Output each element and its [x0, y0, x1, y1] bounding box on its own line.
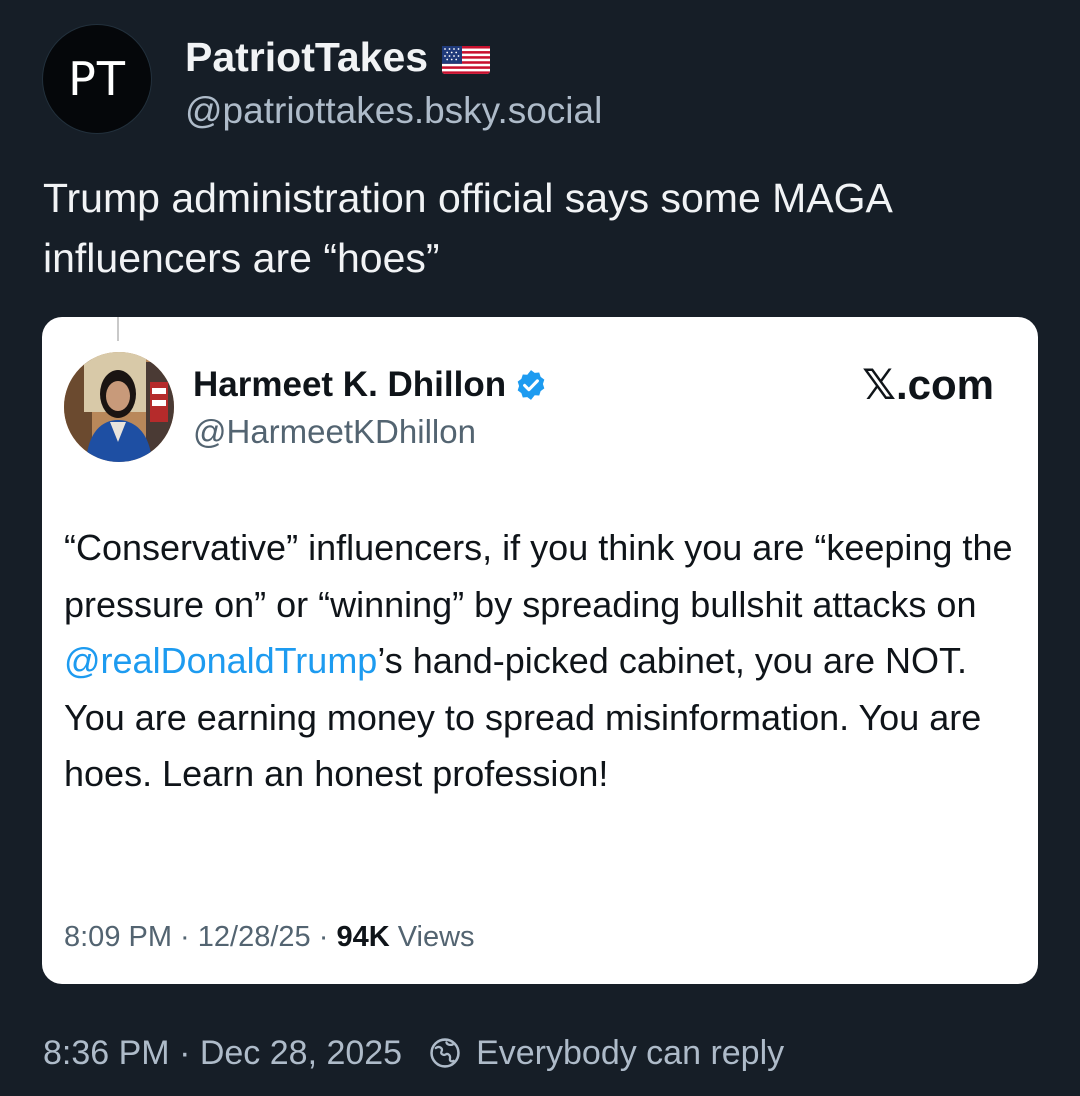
avatar-initials: PT: [68, 52, 126, 106]
author-handle[interactable]: @patriottakes.bsky.social: [185, 89, 602, 133]
views-count: 94K: [336, 921, 390, 953]
quoted-tweet-image[interactable]: Harmeet K. Dhillon @HarmeetKDhillon 𝕏.co…: [42, 317, 1038, 984]
tweet-meta: 8:09 PM · 12/28/25 · 94K Views: [64, 919, 475, 955]
us-flag-icon: [442, 41, 491, 74]
display-name[interactable]: PatriotTakes: [185, 33, 428, 81]
tweet-time: 8:09 PM · 12/28/25 ·: [64, 921, 337, 953]
tweet-text: “Conservative” influencers, if you think…: [64, 520, 1024, 803]
reply-setting-label[interactable]: Everybody can reply: [476, 1031, 784, 1075]
avatar[interactable]: PT: [43, 25, 151, 133]
reply-settings-icon: [428, 1036, 462, 1070]
x-logo-source: 𝕏.com: [862, 361, 994, 408]
tweet-text-before: “Conservative” influencers, if you think…: [64, 527, 1013, 625]
divider: [117, 317, 119, 341]
views-label: Views: [389, 921, 475, 953]
author-name-row[interactable]: PatriotTakes: [185, 33, 602, 81]
mention-link: @realDonaldTrump: [64, 640, 378, 681]
verified-badge-icon: [514, 368, 548, 402]
post: PT PatriotTakes @patriottakes.bsky.socia…: [0, 0, 1080, 1096]
post-footer: 8:36 PM · Dec 28, 2025 Everybody can rep…: [43, 1031, 784, 1075]
post-timestamp[interactable]: 8:36 PM · Dec 28, 2025: [43, 1031, 402, 1075]
tweet-author-name: Harmeet K. Dhillon: [193, 365, 548, 405]
tweet-author-handle: @HarmeetKDhillon: [193, 413, 476, 450]
author-info: PatriotTakes @patriottakes.bsky.social: [185, 33, 602, 133]
tweet-author-name-text: Harmeet K. Dhillon: [193, 365, 507, 404]
tweet-author-avatar: [64, 352, 174, 462]
post-header: PT PatriotTakes @patriottakes.bsky.socia…: [43, 25, 602, 133]
post-text: Trump administration official says some …: [43, 175, 891, 281]
